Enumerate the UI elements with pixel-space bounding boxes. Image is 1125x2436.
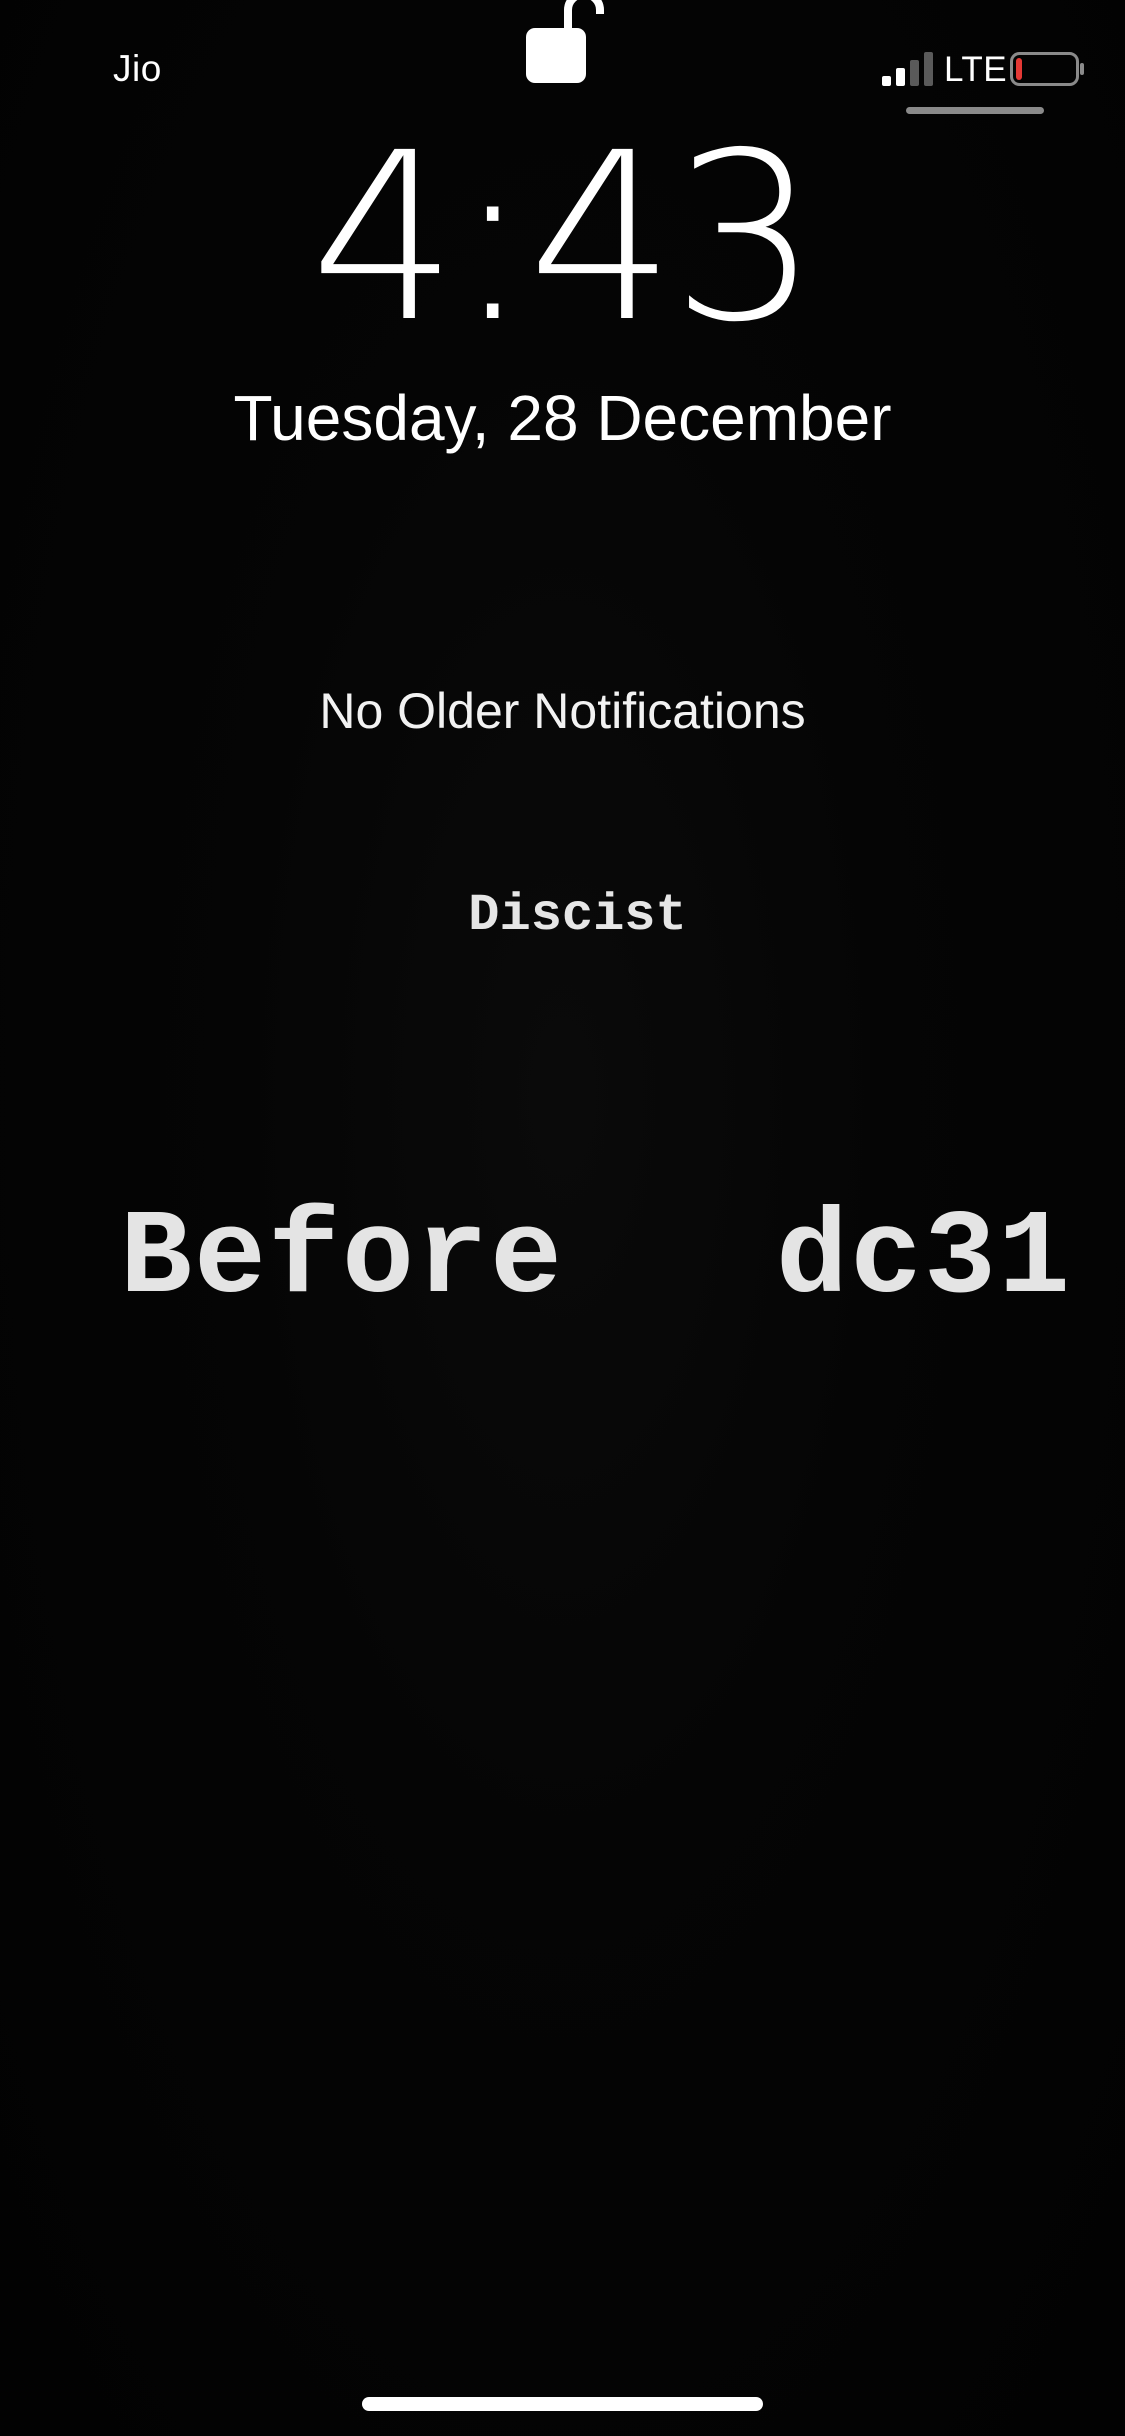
wallpaper-text-small: Discist	[468, 886, 687, 945]
control-center-indicator[interactable]	[906, 107, 1044, 114]
lock-screen-date: Tuesday, 28 December	[233, 382, 892, 454]
wallpaper-text-big-right: dc31	[776, 1192, 1073, 1328]
carrier-name: Jio	[113, 48, 162, 89]
wallpaper-text-big-left: Before	[120, 1192, 565, 1328]
lock-screen-clock: 4:43	[310, 103, 819, 373]
home-indicator[interactable]	[362, 2397, 763, 2411]
cellular-signal-icon	[882, 52, 933, 86]
battery-icon	[1010, 52, 1084, 86]
no-older-notifications-label: No Older Notifications	[319, 683, 806, 739]
unlocked-padlock-icon	[526, 0, 604, 83]
network-type-label: LTE	[944, 50, 1008, 89]
lock-screen[interactable]: Jio LTE 4:43 Tuesday, 28 December No Old…	[0, 0, 1125, 2436]
